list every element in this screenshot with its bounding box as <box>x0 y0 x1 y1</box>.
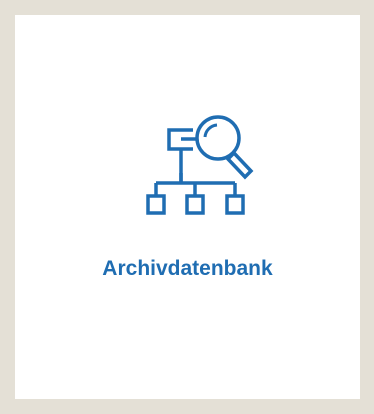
archive-database-search-icon <box>135 95 275 235</box>
tile-label: Archivdatenbank <box>102 257 273 280</box>
archivdatenbank-tile[interactable]: Archivdatenbank <box>15 15 360 399</box>
